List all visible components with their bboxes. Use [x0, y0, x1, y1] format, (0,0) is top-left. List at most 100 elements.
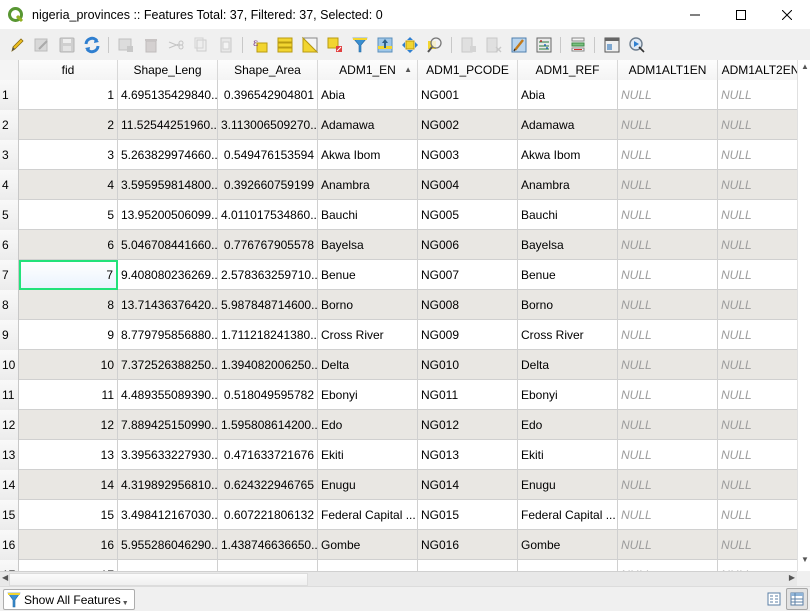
row-header[interactable]: 15	[0, 500, 19, 530]
cell-shape_leng[interactable]: 11.52544251960...	[118, 110, 218, 140]
row-header[interactable]: 11	[0, 380, 19, 410]
cell-adm1_en[interactable]: Cross River	[318, 320, 418, 350]
cell-shape_leng[interactable]: 4.489355089390...	[118, 380, 218, 410]
table-row[interactable]: 6 6 5.046708441660... 0.776767905578 Bayelsa…	[0, 230, 804, 260]
cell-adm1_pcode[interactable]: NG008	[418, 290, 518, 320]
cell-adm1_en[interactable]: Gombe	[318, 530, 418, 560]
cell-shape_area[interactable]: 2.578363259710...	[218, 260, 318, 290]
cell-shape_leng[interactable]: 3.595959814800...	[118, 170, 218, 200]
zoom-to-selected-button[interactable]	[422, 33, 447, 57]
cell-adm1_pcode[interactable]: NG013	[418, 440, 518, 470]
cell-shape_area[interactable]: 0.392660759199	[218, 170, 318, 200]
cell-adm1_en[interactable]: Enugu	[318, 470, 418, 500]
cell-adm1alt1en[interactable]: NULL	[618, 260, 718, 290]
cell-adm1alt2en[interactable]: NULL	[718, 230, 804, 260]
row-header[interactable]: 16	[0, 530, 19, 560]
table-row[interactable]: 1 1 4.695135429840... 0.396542904801 Abia NG0…	[0, 80, 804, 110]
table-row[interactable]: 15 15 3.498412167030... 0.607221806132 Feder…	[0, 500, 804, 530]
cell-adm1_en[interactable]: Edo	[318, 410, 418, 440]
filter-select-button[interactable]	[347, 33, 372, 57]
cell-adm1_en[interactable]: Delta	[318, 350, 418, 380]
table-row[interactable]: 13 13 3.395633227930... 0.471633721676 Ekiti…	[0, 440, 804, 470]
cell-adm1alt1en[interactable]: NULL	[618, 440, 718, 470]
cell-shape_area[interactable]: 1.438746636650...	[218, 530, 318, 560]
cell-adm1alt2en[interactable]: NULL	[718, 560, 804, 571]
cell-adm1_ref[interactable]: Abia	[518, 80, 618, 110]
cut-button[interactable]	[163, 33, 188, 57]
cell-adm1_pcode[interactable]	[418, 560, 518, 571]
row-header[interactable]: 9	[0, 320, 19, 350]
cell-fid[interactable]: 9	[19, 320, 118, 350]
cell-adm1alt2en[interactable]: NULL	[718, 350, 804, 380]
table-row[interactable]: 7 7 9.408080236269... 2.578363259710... Benu…	[0, 260, 804, 290]
table-row[interactable]: 16 16 5.955286046290... 1.438746636650... Go…	[0, 530, 804, 560]
cell-adm1alt1en[interactable]: NULL	[618, 320, 718, 350]
cell-shape_area[interactable]: 0.624322946765	[218, 470, 318, 500]
cell-shape_leng[interactable]: 13.71436376420...	[118, 290, 218, 320]
cell-fid[interactable]: 5	[19, 200, 118, 230]
cell-adm1_ref[interactable]: Anambra	[518, 170, 618, 200]
row-header[interactable]: 1	[0, 80, 19, 110]
reload-button[interactable]	[79, 33, 104, 57]
cell-shape_leng[interactable]: 3.395633227930...	[118, 440, 218, 470]
cell-fid[interactable]: 1	[19, 80, 118, 110]
paste-button[interactable]	[213, 33, 238, 57]
cell-fid[interactable]: 2	[19, 110, 118, 140]
horizontal-scrollbar[interactable]: ◀ ▶	[0, 571, 797, 586]
table-row[interactable]: 2 2 11.52544251960... 3.113006509270... Adam…	[0, 110, 804, 140]
cell-adm1_pcode[interactable]: NG005	[418, 200, 518, 230]
column-header-adm1_ref[interactable]: ADM1_REF	[518, 60, 618, 80]
cell-shape_area[interactable]: 0.607221806132	[218, 500, 318, 530]
cell-shape_leng[interactable]: 5.046708441660...	[118, 230, 218, 260]
table-row[interactable]: 4 4 3.595959814800... 0.392660759199 Anambra…	[0, 170, 804, 200]
toggle-editing-button[interactable]	[4, 33, 29, 57]
cell-adm1_pcode[interactable]: NG003	[418, 140, 518, 170]
cell-adm1_pcode[interactable]: NG004	[418, 170, 518, 200]
cell-fid[interactable]: 17	[19, 560, 118, 571]
row-header[interactable]: 6	[0, 230, 19, 260]
cell-fid[interactable]: 11	[19, 380, 118, 410]
cell-shape_leng[interactable]: 9.408080236269...	[118, 260, 218, 290]
select-by-expression-button[interactable]: ε	[247, 33, 272, 57]
cell-adm1_pcode[interactable]: NG001	[418, 80, 518, 110]
cell-adm1alt1en[interactable]: NULL	[618, 170, 718, 200]
cell-fid[interactable]: 14	[19, 470, 118, 500]
cell-adm1_ref[interactable]: Cross River	[518, 320, 618, 350]
column-header-shape_leng[interactable]: Shape_Leng	[118, 60, 218, 80]
cell-adm1alt2en[interactable]: NULL	[718, 380, 804, 410]
cell-adm1_pcode[interactable]: NG015	[418, 500, 518, 530]
cell-adm1_pcode[interactable]: NG011	[418, 380, 518, 410]
cell-adm1_ref[interactable]: Edo	[518, 410, 618, 440]
vertical-scrollbar[interactable]: ▲ ▼	[797, 60, 810, 571]
cell-adm1_en[interactable]: Bauchi	[318, 200, 418, 230]
cell-adm1_ref[interactable]	[518, 560, 618, 571]
cell-adm1_en[interactable]: Borno	[318, 290, 418, 320]
row-header[interactable]: 10	[0, 350, 19, 380]
actions-button[interactable]	[624, 33, 649, 57]
delete-selected-button[interactable]	[138, 33, 163, 57]
cell-adm1_ref[interactable]: Bauchi	[518, 200, 618, 230]
copy-button[interactable]	[188, 33, 213, 57]
cell-adm1_en[interactable]: Ebonyi	[318, 380, 418, 410]
cell-fid[interactable]: 4	[19, 170, 118, 200]
column-header-fid[interactable]: fid	[19, 60, 118, 80]
cell-fid[interactable]: 10	[19, 350, 118, 380]
cell-adm1alt2en[interactable]: NULL	[718, 140, 804, 170]
cell-fid[interactable]: 3	[19, 140, 118, 170]
new-field-button[interactable]	[456, 33, 481, 57]
cell-adm1_en[interactable]: Akwa Ibom	[318, 140, 418, 170]
cell-adm1_ref[interactable]: Ebonyi	[518, 380, 618, 410]
cell-adm1_en[interactable]: Abia	[318, 80, 418, 110]
cell-adm1_pcode[interactable]: NG009	[418, 320, 518, 350]
close-button[interactable]	[764, 0, 810, 29]
cell-adm1_ref[interactable]: Enugu	[518, 470, 618, 500]
cell-adm1_en[interactable]: Benue	[318, 260, 418, 290]
move-selection-top-button[interactable]	[372, 33, 397, 57]
pan-to-selected-button[interactable]	[397, 33, 422, 57]
conditional-formatting-button[interactable]	[565, 33, 590, 57]
cell-adm1_ref[interactable]: Delta	[518, 350, 618, 380]
cell-adm1alt2en[interactable]: NULL	[718, 530, 804, 560]
delete-field-button[interactable]	[481, 33, 506, 57]
dock-table-button[interactable]	[599, 33, 624, 57]
row-header[interactable]: 7	[0, 260, 19, 290]
